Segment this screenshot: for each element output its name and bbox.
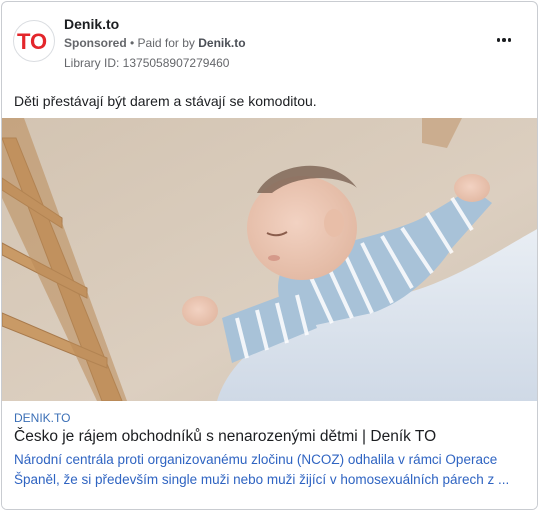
sponsor-line: Sponsored • Paid for by Denik.to [64, 36, 246, 50]
dot [507, 38, 512, 42]
ad-header: TO Denik.to Sponsored • Paid for by Deni… [2, 2, 537, 82]
paid-for-by-name[interactable]: Denik.to [198, 36, 245, 50]
link-title[interactable]: Česko je rájem obchodníků s nenarozenými… [14, 428, 527, 446]
denik-logo-icon: TO [17, 29, 47, 54]
more-options-icon[interactable] [493, 32, 515, 48]
paid-for-prefix: Paid for by [137, 36, 199, 50]
ad-image[interactable] [2, 118, 537, 401]
ad-card: TO Denik.to Sponsored • Paid for by Deni… [1, 1, 538, 510]
library-id: Library ID: 1375058907279460 [64, 56, 230, 70]
dot [502, 38, 506, 42]
link-description[interactable]: Národní centrála proti organizovanému zl… [14, 450, 529, 490]
svg-text:TO: TO [17, 29, 47, 54]
dot [496, 38, 501, 42]
link-domain[interactable]: DENIK.TO [14, 411, 527, 425]
meta-separator: • [126, 36, 138, 50]
page-name[interactable]: Denik.to [64, 16, 119, 32]
sponsored-label: Sponsored [64, 36, 127, 50]
ad-primary-text: Děti přestávají být darem a stávají se k… [14, 93, 317, 109]
link-preview[interactable]: DENIK.TO Česko je rájem obchodníků s nen… [2, 401, 537, 509]
page-avatar[interactable]: TO [13, 20, 55, 62]
sleeping-baby-image [2, 118, 537, 401]
